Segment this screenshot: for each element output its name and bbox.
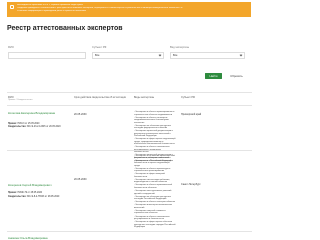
expert-kind-item: - Экспертиза в сфере охраны объектов кул… [134,221,176,229]
notice-line: Уточняйте информацию о проведении работ … [17,10,86,13]
certificate-label: Свидетельство: [8,196,27,198]
certificate-label: Свидетельство: [8,126,27,128]
expert-certificate: Свидетельство: МС-Э-8-2-76543 от 28.05.2… [8,196,70,199]
chevron-down-icon [239,53,243,57]
divider [7,105,252,106]
expert-kind-item: - Экспертиза в области промышленной безо… [134,184,172,189]
kind-filter-value: Все [173,54,178,57]
order-label: Приказ: [8,123,17,125]
certificate-expiry-date: 20.05.2030 [74,178,87,181]
expert-name-link[interactable]: Козорезов Сергей Владимирович [8,183,70,187]
expert-kind-item: - Экспертиза сметной стоимости строитель… [134,209,166,215]
expert-kind-item: - Экспертиза в области технического регу… [134,215,170,221]
expert-kind-item: - Экспертиза в области санитарно-эпидеми… [134,116,169,124]
expert-kind-item: - Экспертиза проектной документации и ре… [134,154,173,159]
expert-kind-item: - Экспертиза в сфере пожарной безопаснос… [134,173,165,178]
column-header-subject: Субъект РФ [181,96,195,99]
page-title: Реестр аттестованных экспертов [7,25,123,32]
kind-filter-select[interactable]: Все [170,52,245,59]
column-header-date: Срок действия свидетельства об аттестаци… [74,96,126,99]
notice-lines: Наблюдаются проблемы в ЕПГУ, сервисы вре… [17,4,183,13]
expert-kind-item: - Экспертиза в области проектирования и … [134,111,175,116]
expert-order: Приказ: ПКМК-79 от 25.05.2020 [8,192,70,195]
column-header-name: ФИО Приказ / Свидетельство [8,96,32,102]
find-button[interactable]: Найти [205,73,222,79]
column-header-kind: Виды экспертизы [134,96,155,99]
expert-kind-item: - Экспертиза по объектам культурного нас… [134,195,171,201]
certificate-expiry-date: 20.05.2030 [74,113,87,116]
order-value: ПКМ-3 от 25.05.2020 [17,123,40,125]
expert-kind-item: - Экспертиза конструктивных решений здан… [134,190,172,195]
expert-kinds-list: - Экспертиза проектной документации и ре… [134,154,176,229]
subject-filter-label: Субъект РФ [92,46,107,49]
kind-filter-label: Вид экспертизы [170,46,190,49]
reset-button[interactable]: Сбросить [228,73,245,79]
expert-kind-item: - Экспертиза проектной документации и ре… [134,130,173,138]
subject-filter-select[interactable]: Все [92,52,164,59]
expert-name-link[interactable]: Аникина Ольга Владимировна [8,236,48,240]
expert-subject: Приморский край [181,113,202,116]
divider [7,231,252,232]
chevron-down-icon [158,53,162,57]
divider [7,150,252,151]
subject-filter-value: Все [95,54,100,57]
certificate-value: МС-Э-23-2-12345 от 20.05.2020 [27,126,61,128]
divider [7,92,252,93]
expert-certificate: Свидетельство: МС-Э-23-2-12345 от 20.05.… [8,126,70,129]
order-value: ПКМК-79 от 25.05.2020 [17,192,43,194]
warning-icon [10,4,14,9]
column-header-name-sub: Приказ / Свидетельство [8,99,33,101]
expert-kind-item: - Экспертиза в области экологической без… [134,159,171,167]
fio-filter-label: ФИО [8,46,14,49]
expert-kind-item: - Экспертиза инженерно-геологических изы… [134,204,172,209]
expert-kind-item: - Экспертиза по объектам культурного нас… [134,124,171,130]
expert-kind-item: - Экспертиза в области архитектурно-стро… [134,167,171,173]
fio-filter-input[interactable] [8,52,86,59]
certificate-value: МС-Э-8-2-76543 от 28.05.2020 [27,196,60,198]
expert-kind-item: - Экспертиза в сфере охраны окружающей с… [134,138,176,146]
order-label: Приказ: [8,192,17,194]
expert-subject: Санкт-Петербург [181,183,201,186]
expert-name-link[interactable]: Колесова Екатерина Владимировна [8,111,63,115]
notice-banner: Наблюдаются проблемы в ЕПГУ, сервисы вре… [7,2,251,17]
